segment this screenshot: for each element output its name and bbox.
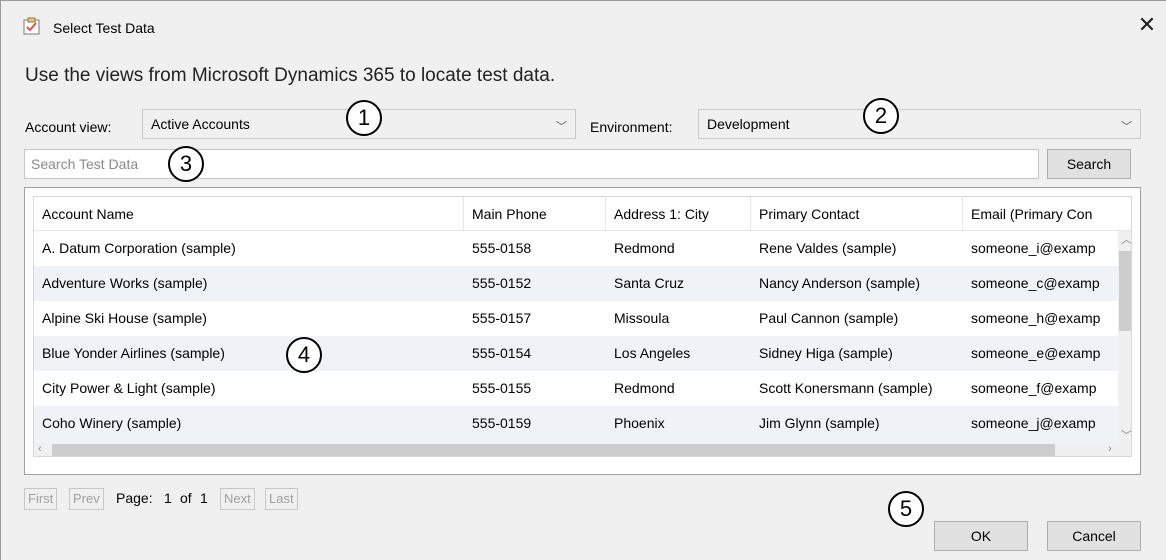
environment-dropdown[interactable]: Development ﹀	[698, 109, 1141, 139]
table-header: Account Name Main Phone Address 1: City …	[34, 197, 1131, 231]
contact-cell: Jim Glynn (sample)	[759, 415, 880, 431]
account-name-cell: Coho Winery (sample)	[42, 415, 182, 431]
city-cell: Missoula	[614, 310, 670, 326]
account-name-cell: Alpine Ski House (sample)	[42, 310, 207, 326]
email-cell: someone_c@examp	[971, 275, 1100, 291]
environment-label: Environment:	[590, 119, 673, 135]
total-pages: 1	[200, 490, 208, 506]
account-view-label: Account view:	[25, 119, 112, 135]
email-cell: someone_h@examp	[971, 310, 1101, 326]
current-page: 1	[164, 490, 172, 506]
account-name-cell: Blue Yonder Airlines (sample)	[42, 345, 225, 361]
column-header-primary-contact[interactable]: Primary Contact	[751, 197, 963, 231]
vertical-scroll-thumb[interactable]	[1119, 251, 1131, 331]
cancel-button[interactable]: Cancel	[1047, 521, 1141, 551]
results-table: Account Name Main Phone Address 1: City …	[33, 196, 1132, 457]
city-cell: Phoenix	[614, 415, 665, 431]
phone-cell: 555-0157	[472, 310, 532, 326]
window-title: Select Test Data	[53, 20, 155, 36]
results-panel: Account Name Main Phone Address 1: City …	[24, 187, 1141, 475]
account-view-value: Active Accounts	[151, 116, 250, 132]
callout-marker: 5	[888, 491, 924, 527]
dialog-window: Select Test Data ✕ Use the views from Mi…	[0, 0, 1166, 560]
prev-page-button[interactable]: Prev	[69, 488, 104, 510]
search-button[interactable]: Search	[1047, 149, 1131, 179]
phone-cell: 555-0159	[472, 415, 532, 431]
callout-marker: 3	[168, 146, 204, 182]
callout-marker: 1	[346, 100, 382, 136]
chevron-down-icon: ﹀	[1121, 121, 1132, 133]
contact-cell: Rene Valdes (sample)	[759, 240, 897, 256]
scroll-down-icon[interactable]: ﹀	[1121, 427, 1131, 443]
callout-marker: 2	[863, 98, 899, 134]
test-data-icon	[23, 17, 40, 35]
phone-cell: 555-0154	[472, 345, 532, 361]
horizontal-scrollbar[interactable]: ‹ ›	[34, 443, 1131, 456]
city-cell: Los Angeles	[614, 345, 691, 361]
email-cell: someone_e@examp	[971, 345, 1101, 361]
table-row[interactable]: City Power & Light (sample) 555-0155 Red…	[34, 371, 1118, 406]
scroll-right-icon[interactable]: ›	[1108, 443, 1112, 455]
contact-cell: Paul Cannon (sample)	[759, 310, 899, 326]
horizontal-scroll-thumb[interactable]	[52, 444, 1055, 456]
environment-value: Development	[707, 116, 790, 132]
column-header-email[interactable]: Email (Primary Con	[963, 197, 1131, 231]
column-header-main-phone[interactable]: Main Phone	[464, 197, 606, 231]
city-cell: Redmond	[614, 380, 675, 396]
contact-cell: Nancy Anderson (sample)	[759, 275, 921, 291]
page-of-label: of	[180, 490, 192, 506]
phone-cell: 555-0158	[472, 240, 532, 256]
last-page-button[interactable]: Last	[265, 488, 298, 510]
contact-cell: Scott Konersmann (sample)	[759, 380, 933, 396]
contact-cell: Sidney Higa (sample)	[759, 345, 893, 361]
table-row[interactable]: Adventure Works (sample) 555-0152 Santa …	[34, 266, 1118, 301]
page-label: Page:	[116, 490, 153, 506]
title-bar: Select Test Data ✕	[1, 1, 1166, 45]
city-cell: Santa Cruz	[614, 275, 685, 291]
vertical-scrollbar[interactable]: ︿ ﹀	[1118, 231, 1131, 444]
city-cell: Redmond	[614, 240, 675, 256]
scroll-up-icon[interactable]: ︿	[1121, 231, 1131, 247]
table-row[interactable]: Coho Winery (sample) 555-0159 Phoenix Ji…	[34, 406, 1118, 443]
close-icon[interactable]: ✕	[1137, 14, 1157, 36]
column-header-city[interactable]: Address 1: City	[606, 197, 751, 231]
page-heading: Use the views from Microsoft Dynamics 36…	[25, 65, 556, 86]
email-cell: someone_f@examp	[971, 380, 1097, 396]
email-cell: someone_i@examp	[971, 240, 1096, 256]
email-cell: someone_j@examp	[971, 415, 1096, 431]
account-name-cell: City Power & Light (sample)	[42, 380, 216, 396]
first-page-button[interactable]: First	[24, 488, 58, 510]
table-row[interactable]: Alpine Ski House (sample) 555-0157 Misso…	[34, 301, 1118, 336]
ok-button[interactable]: OK	[934, 521, 1028, 551]
account-name-cell: A. Datum Corporation (sample)	[42, 240, 236, 256]
scroll-left-icon[interactable]: ‹	[38, 443, 42, 455]
table-row[interactable]: A. Datum Corporation (sample) 555-0158 R…	[34, 231, 1118, 266]
table-row[interactable]: Blue Yonder Airlines (sample) 555-0154 L…	[34, 336, 1118, 371]
callout-marker: 4	[286, 337, 322, 373]
column-header-account-name[interactable]: Account Name	[34, 197, 464, 231]
phone-cell: 555-0152	[472, 275, 532, 291]
phone-cell: 555-0155	[472, 380, 532, 396]
account-name-cell: Adventure Works (sample)	[42, 275, 208, 291]
next-page-button[interactable]: Next	[220, 488, 255, 510]
chevron-down-icon: ﹀	[556, 121, 567, 133]
